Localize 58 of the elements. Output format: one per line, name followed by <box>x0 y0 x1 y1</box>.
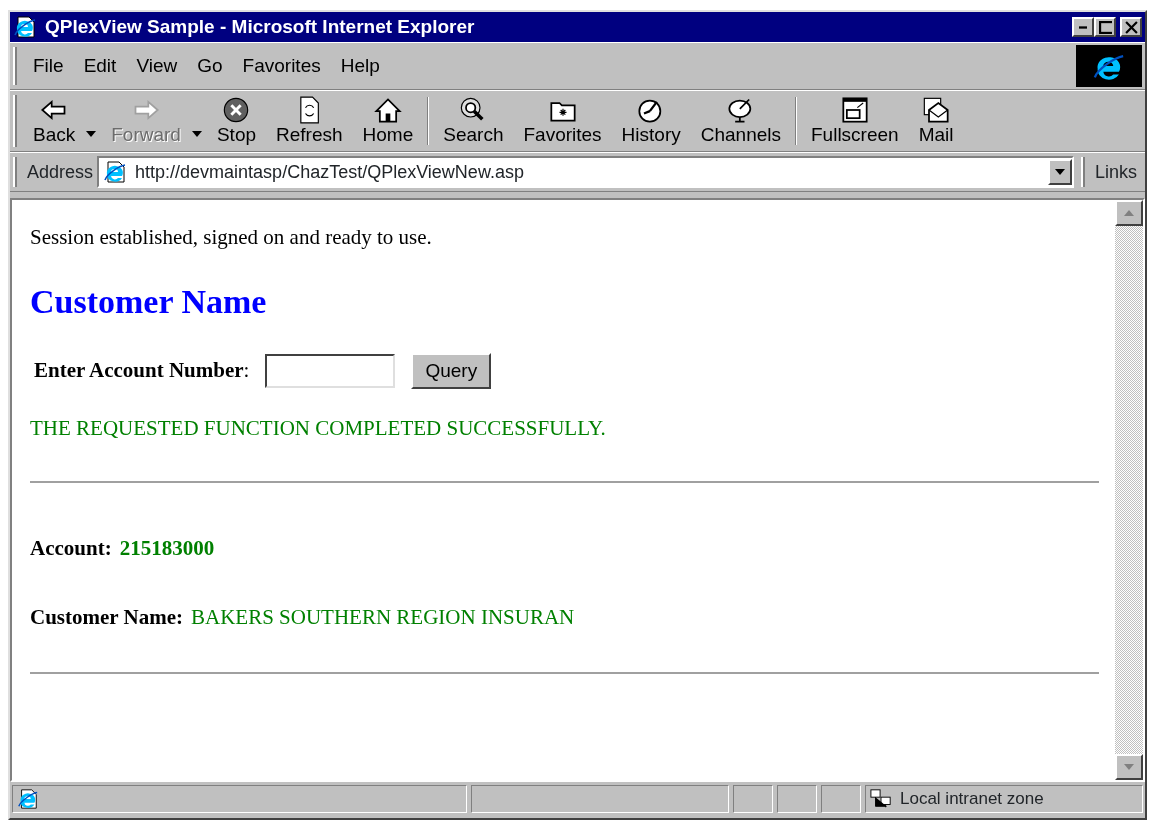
menu-item[interactable]: File <box>23 49 74 83</box>
menu-item[interactable]: Go <box>187 49 233 83</box>
menu-item[interactable]: Edit <box>73 49 127 83</box>
page-icon <box>17 788 39 810</box>
minimize-button[interactable] <box>1072 17 1094 37</box>
toolbar-button[interactable]: Fullscreen <box>801 94 909 148</box>
account-number-field[interactable] <box>265 353 396 388</box>
field-value: BAKERS SOUTHERN REGION INSURAN <box>191 604 575 631</box>
result-message: THE REQUESTED FUNCTION COMPLETED SUCCESSFULLY. <box>30 415 607 442</box>
toolbar-button[interactable]: History <box>611 94 691 148</box>
toolbar-button[interactable]: Refresh <box>266 94 353 148</box>
toolbar-button[interactable]: Home <box>352 94 424 148</box>
fullscreen-icon <box>840 96 869 125</box>
window-title: QPlexView Sample - Microsoft Internet Explorer <box>45 14 476 39</box>
close-button[interactable] <box>1120 17 1142 37</box>
toolbar-button[interactable]: Stop <box>206 94 267 148</box>
minimize-icon <box>1079 25 1087 29</box>
page-heading: Customer Name <box>30 281 268 322</box>
scroll-down-button[interactable] <box>1115 754 1143 780</box>
toolbar-button[interactable]: Back <box>23 94 102 148</box>
caret-down-icon <box>1053 168 1066 176</box>
toolbar-button[interactable]: Channels <box>690 94 791 148</box>
toolbar-button[interactable]: Favorites <box>513 94 612 148</box>
browser-logo <box>1076 45 1142 87</box>
scrollbar[interactable] <box>1115 200 1143 780</box>
dropdown-caret-icon <box>190 129 203 138</box>
status-pane <box>777 785 817 813</box>
page-icon <box>13 15 37 39</box>
status-message: Session established, signed on and ready to use. <box>30 224 433 251</box>
field-value: 215183000 <box>119 534 215 562</box>
home-icon <box>373 96 402 125</box>
dropdown-caret-icon <box>85 129 98 138</box>
network-computers-icon <box>870 788 892 810</box>
links-button[interactable]: Links <box>1094 158 1145 186</box>
stop-icon <box>222 96 251 125</box>
menu-item[interactable]: View <box>126 49 188 83</box>
scroll-up-button[interactable] <box>1115 200 1143 226</box>
menu-item[interactable]: Favorites <box>232 49 331 83</box>
field-label: Account: <box>30 534 112 562</box>
mail-icon <box>922 96 951 125</box>
zone-label: Local intranet zone <box>900 788 1044 811</box>
toolbar-button[interactable]: Mail <box>908 94 964 148</box>
page-icon <box>103 160 128 184</box>
caret-up-icon <box>1123 209 1135 217</box>
caret-down-icon <box>1123 763 1135 771</box>
field-label: Customer Name: <box>30 604 183 631</box>
maximize-icon <box>1098 20 1112 34</box>
address-field[interactable]: http://devmaintasp/ChazTest/QPlexViewNew.asp <box>97 156 1074 188</box>
maximize-button[interactable] <box>1094 17 1116 37</box>
toolbar-button[interactable]: Search <box>433 94 514 148</box>
status-pane <box>733 785 773 813</box>
query-button[interactable]: Query <box>411 352 492 389</box>
status-pane <box>821 785 861 813</box>
close-icon <box>1124 20 1138 34</box>
dropdown-button[interactable] <box>1047 159 1072 185</box>
field-label: Enter Account Number: <box>34 357 250 384</box>
address-label: Address <box>27 160 94 184</box>
menu-item[interactable]: Help <box>330 49 390 83</box>
